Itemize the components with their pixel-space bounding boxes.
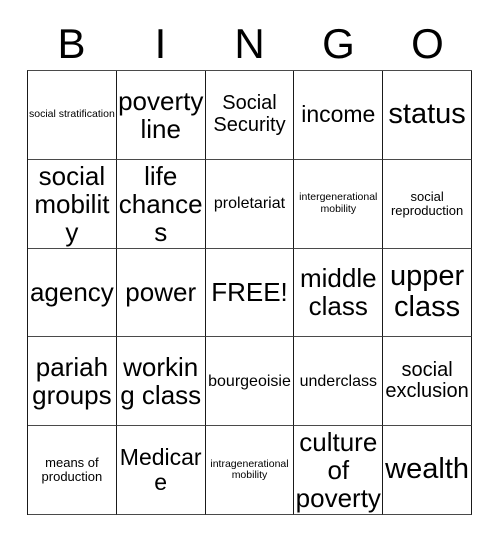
bingo-cell-label: wealth <box>385 453 469 486</box>
bingo-header-letter-i: I <box>154 19 167 67</box>
bingo-cell-r2c4[interactable]: intergenerational mobility <box>294 159 384 249</box>
bingo-cell-r1c2[interactable]: poverty line <box>116 71 206 160</box>
bingo-cell-label: agency <box>29 277 114 308</box>
bingo-cell-label: social reproduction <box>390 188 464 218</box>
bingo-cell-r2c2[interactable]: life chances <box>116 159 206 249</box>
bingo-cell-label: culture of poverty <box>295 426 381 514</box>
bingo-cell-r5c2[interactable]: Medicare <box>116 426 206 515</box>
bingo-header-letter-o: O <box>411 19 444 67</box>
bingo-cell-r2c1[interactable]: social mobility <box>28 159 117 249</box>
bingo-cell-label: social exclusion <box>385 358 469 403</box>
bingo-cell-free-space[interactable]: FREE! <box>205 248 295 338</box>
bingo-cell-label: poverty line <box>118 85 204 144</box>
bingo-cell-r4c3[interactable]: bourgeoisie <box>205 337 295 427</box>
bingo-cell-label: upper class <box>390 260 465 324</box>
bingo-cell-r1c5[interactable]: status <box>383 71 472 160</box>
bingo-cell-r2c3[interactable]: proletariat <box>205 159 295 249</box>
bingo-cell-r4c5[interactable]: social exclusion <box>383 337 472 427</box>
bingo-cell-r5c3[interactable]: intragenerational mobility <box>205 426 295 515</box>
bingo-header-row: B I N G O <box>27 17 472 70</box>
bingo-cell-label: means of production <box>41 455 103 485</box>
bingo-cell-r3c4[interactable]: middle class <box>294 248 384 338</box>
bingo-cell-r4c2[interactable]: working class <box>116 337 206 427</box>
bingo-cell-r3c1[interactable]: agency <box>28 248 117 338</box>
bingo-cell-label: bourgeoisie <box>208 372 291 390</box>
bingo-grid: social stratification poverty line Socia… <box>27 70 472 515</box>
bingo-cell-r1c4[interactable]: income <box>294 71 384 160</box>
bingo-cell-label: FREE! <box>211 277 288 308</box>
bingo-cell-label: underclass <box>299 372 377 390</box>
bingo-cell-label: proletariat <box>213 195 286 213</box>
bingo-header-letter-n: N <box>234 19 265 67</box>
bingo-cell-r2c5[interactable]: social reproduction <box>383 159 472 249</box>
bingo-cell-label: pariah groups <box>32 352 112 411</box>
bingo-cell-label: intragenerational mobility <box>210 457 289 482</box>
bingo-cell-r1c1[interactable]: social stratification <box>28 71 117 160</box>
bingo-cell-r3c2[interactable]: power <box>116 248 206 338</box>
bingo-cell-label: social stratification <box>29 108 115 121</box>
bingo-cell-r4c1[interactable]: pariah groups <box>28 337 117 427</box>
bingo-cell-label: working class <box>120 352 202 411</box>
bingo-card: B I N G O social stratification poverty … <box>0 0 500 544</box>
bingo-cell-label: income <box>301 101 376 128</box>
bingo-cell-r5c1[interactable]: means of production <box>28 426 117 515</box>
bingo-cell-r3c5[interactable]: upper class <box>383 248 472 338</box>
bingo-header-letter-g: G <box>322 19 355 67</box>
bingo-cell-r1c3[interactable]: Social Security <box>205 71 295 160</box>
bingo-cell-label: status <box>388 98 466 131</box>
bingo-cell-label: Social Security <box>213 92 286 136</box>
bingo-cell-label: Medicare <box>119 444 202 496</box>
bingo-header-letter-b: B <box>57 19 86 67</box>
bingo-cell-label: intergenerational mobility <box>299 191 378 215</box>
bingo-cell-r5c4[interactable]: culture of poverty <box>294 426 384 515</box>
bingo-cell-r5c5[interactable]: wealth <box>383 426 472 515</box>
bingo-cell-label: social mobility <box>34 160 110 247</box>
bingo-cell-label: middle class <box>299 263 377 322</box>
bingo-cell-r4c4[interactable]: underclass <box>294 337 384 427</box>
bingo-cell-label: life chances <box>118 160 203 247</box>
bingo-cell-label: power <box>125 277 197 308</box>
